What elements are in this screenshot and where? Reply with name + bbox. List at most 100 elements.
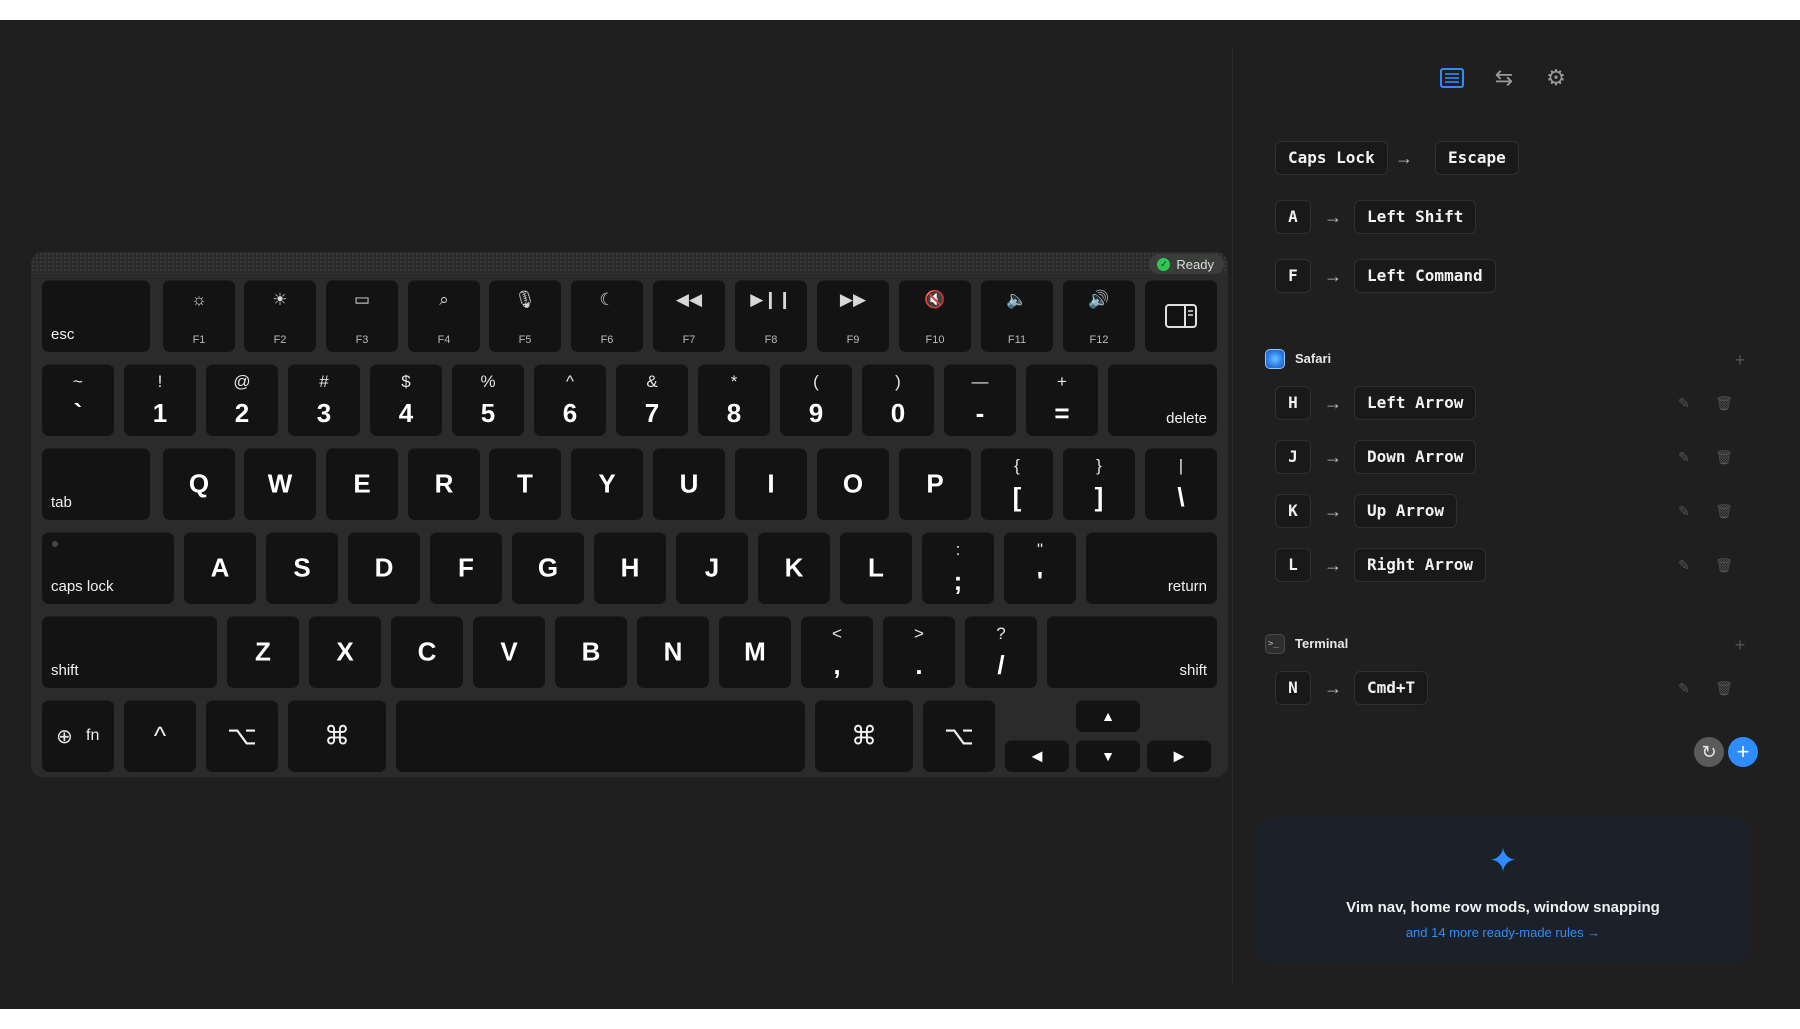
- rule-from-key[interactable]: A: [1275, 200, 1311, 234]
- key-slash[interactable]: ? /: [965, 616, 1037, 688]
- key-f1[interactable]: ☼ F1: [163, 280, 235, 352]
- presets-link[interactable]: and 14 more ready-made rules →: [1258, 925, 1748, 940]
- key-f10[interactable]: 🔇 F10: [899, 280, 971, 352]
- key-f12[interactable]: 🔊 F12: [1063, 280, 1135, 352]
- key-quote[interactable]: " ': [1004, 532, 1076, 604]
- key-p[interactable]: P: [899, 448, 971, 520]
- key-z[interactable]: Z: [227, 616, 299, 688]
- rule-to-key[interactable]: Down Arrow: [1354, 440, 1477, 474]
- key-left-option[interactable]: ⌥: [206, 700, 278, 772]
- rule-from-key[interactable]: Caps Lock: [1275, 141, 1388, 175]
- key-tab[interactable]: tab: [42, 448, 150, 520]
- key-arrow-down[interactable]: ▼: [1076, 740, 1140, 772]
- key-t[interactable]: T: [489, 448, 561, 520]
- key-right-option[interactable]: ⌥: [923, 700, 995, 772]
- key-return[interactable]: return: [1086, 532, 1217, 604]
- key-arrow-left[interactable]: ◀: [1005, 740, 1069, 772]
- key-f4[interactable]: ⌕ F4: [408, 280, 480, 352]
- rule-from-key[interactable]: J: [1275, 440, 1311, 474]
- rule-from-key[interactable]: N: [1275, 671, 1311, 705]
- rule-from-key[interactable]: L: [1275, 548, 1311, 582]
- rule-to-key[interactable]: Left Arrow: [1354, 386, 1477, 420]
- key-4[interactable]: $4: [370, 364, 442, 436]
- key-arrow-up[interactable]: ▲: [1076, 700, 1140, 732]
- trash-icon[interactable]: 🗑: [1714, 678, 1734, 698]
- key-8[interactable]: * 8: [698, 364, 770, 436]
- key-6[interactable]: ^ 6: [534, 364, 606, 436]
- key-period[interactable]: >.: [883, 616, 955, 688]
- add-rule-button[interactable]: +: [1728, 737, 1758, 767]
- rule-from-key[interactable]: H: [1275, 386, 1311, 420]
- key-fn[interactable]: ⊕ fn: [42, 700, 114, 772]
- key-w[interactable]: W: [244, 448, 316, 520]
- key-7[interactable]: & 7: [616, 364, 688, 436]
- swap-arrows-icon[interactable]: ⇆: [1490, 64, 1518, 92]
- trash-icon[interactable]: 🗑: [1714, 555, 1734, 575]
- gear-icon[interactable]: ⚙: [1542, 64, 1570, 92]
- key-f[interactable]: F: [430, 532, 502, 604]
- key-f7[interactable]: ◀◀ F7: [653, 280, 725, 352]
- pencil-icon[interactable]: ✎: [1674, 447, 1694, 467]
- trash-icon[interactable]: 🗑: [1714, 393, 1734, 413]
- key-h[interactable]: H: [594, 532, 666, 604]
- pencil-icon[interactable]: ✎: [1674, 678, 1694, 698]
- key-x[interactable]: X: [309, 616, 381, 688]
- key-f5[interactable]: 🎙 F5: [489, 280, 561, 352]
- key-i[interactable]: I: [735, 448, 807, 520]
- trash-icon[interactable]: 🗑: [1714, 501, 1734, 521]
- key-y[interactable]: Y: [571, 448, 643, 520]
- key-right-bracket[interactable]: }]: [1063, 448, 1135, 520]
- key-f6[interactable]: ☾ F6: [571, 280, 643, 352]
- key-control[interactable]: ^: [124, 700, 196, 772]
- key-f9[interactable]: ▶▶ F9: [817, 280, 889, 352]
- rule-from-key[interactable]: F: [1275, 259, 1311, 293]
- rule-to-key[interactable]: Cmd+T: [1354, 671, 1429, 705]
- key-equals[interactable]: + =: [1026, 364, 1098, 436]
- key-f11[interactable]: 🔈 F11: [981, 280, 1053, 352]
- key-sidebar-toggle[interactable]: [1145, 280, 1217, 352]
- rule-to-key[interactable]: Up Arrow: [1354, 494, 1458, 528]
- presets-card[interactable]: ✦ Vim nav, home row mods, window snappin…: [1258, 817, 1748, 963]
- key-9[interactable]: (9: [780, 364, 852, 436]
- key-left-command[interactable]: ⌘: [288, 700, 386, 772]
- plus-icon[interactable]: +: [1730, 350, 1750, 370]
- key-q[interactable]: Q: [163, 448, 235, 520]
- reset-button[interactable]: ↻: [1694, 737, 1724, 767]
- trash-icon[interactable]: 🗑: [1714, 447, 1734, 467]
- key-delete[interactable]: delete: [1108, 364, 1217, 436]
- key-r[interactable]: R: [408, 448, 480, 520]
- key-5[interactable]: % 5: [452, 364, 524, 436]
- key-backslash[interactable]: | \: [1145, 448, 1217, 520]
- key-caps-lock[interactable]: caps lock: [42, 532, 174, 604]
- key-f8[interactable]: ▶❙❙ F8: [735, 280, 807, 352]
- plus-icon[interactable]: +: [1730, 635, 1750, 655]
- key-u[interactable]: U: [653, 448, 725, 520]
- list-icon[interactable]: [1438, 64, 1466, 92]
- rule-to-key[interactable]: Left Shift: [1354, 200, 1477, 234]
- key-d[interactable]: D: [348, 532, 420, 604]
- key-arrow-right[interactable]: ▶: [1147, 740, 1211, 772]
- key-1[interactable]: ! 1: [124, 364, 196, 436]
- rule-to-key[interactable]: Right Arrow: [1354, 548, 1486, 582]
- key-n[interactable]: N: [637, 616, 709, 688]
- key-v[interactable]: V: [473, 616, 545, 688]
- key-l[interactable]: L: [840, 532, 912, 604]
- key-right-command[interactable]: ⌘: [815, 700, 913, 772]
- key-semicolon[interactable]: :;: [922, 532, 994, 604]
- key-right-shift[interactable]: shift: [1047, 616, 1217, 688]
- pencil-icon[interactable]: ✎: [1674, 501, 1694, 521]
- pencil-icon[interactable]: ✎: [1674, 393, 1694, 413]
- key-c[interactable]: C: [391, 616, 463, 688]
- key-f2[interactable]: ☀ F2: [244, 280, 316, 352]
- key-j[interactable]: J: [676, 532, 748, 604]
- key-k[interactable]: K: [758, 532, 830, 604]
- key-0[interactable]: ) 0: [862, 364, 934, 436]
- rule-to-key[interactable]: Escape: [1435, 141, 1519, 175]
- key-left-shift[interactable]: shift: [42, 616, 217, 688]
- key-f3[interactable]: ▭ F3: [326, 280, 398, 352]
- key-a[interactable]: A: [184, 532, 256, 604]
- rule-to-key[interactable]: Left Command: [1354, 259, 1496, 293]
- key-3[interactable]: #3: [288, 364, 360, 436]
- key-g[interactable]: G: [512, 532, 584, 604]
- pencil-icon[interactable]: ✎: [1674, 555, 1694, 575]
